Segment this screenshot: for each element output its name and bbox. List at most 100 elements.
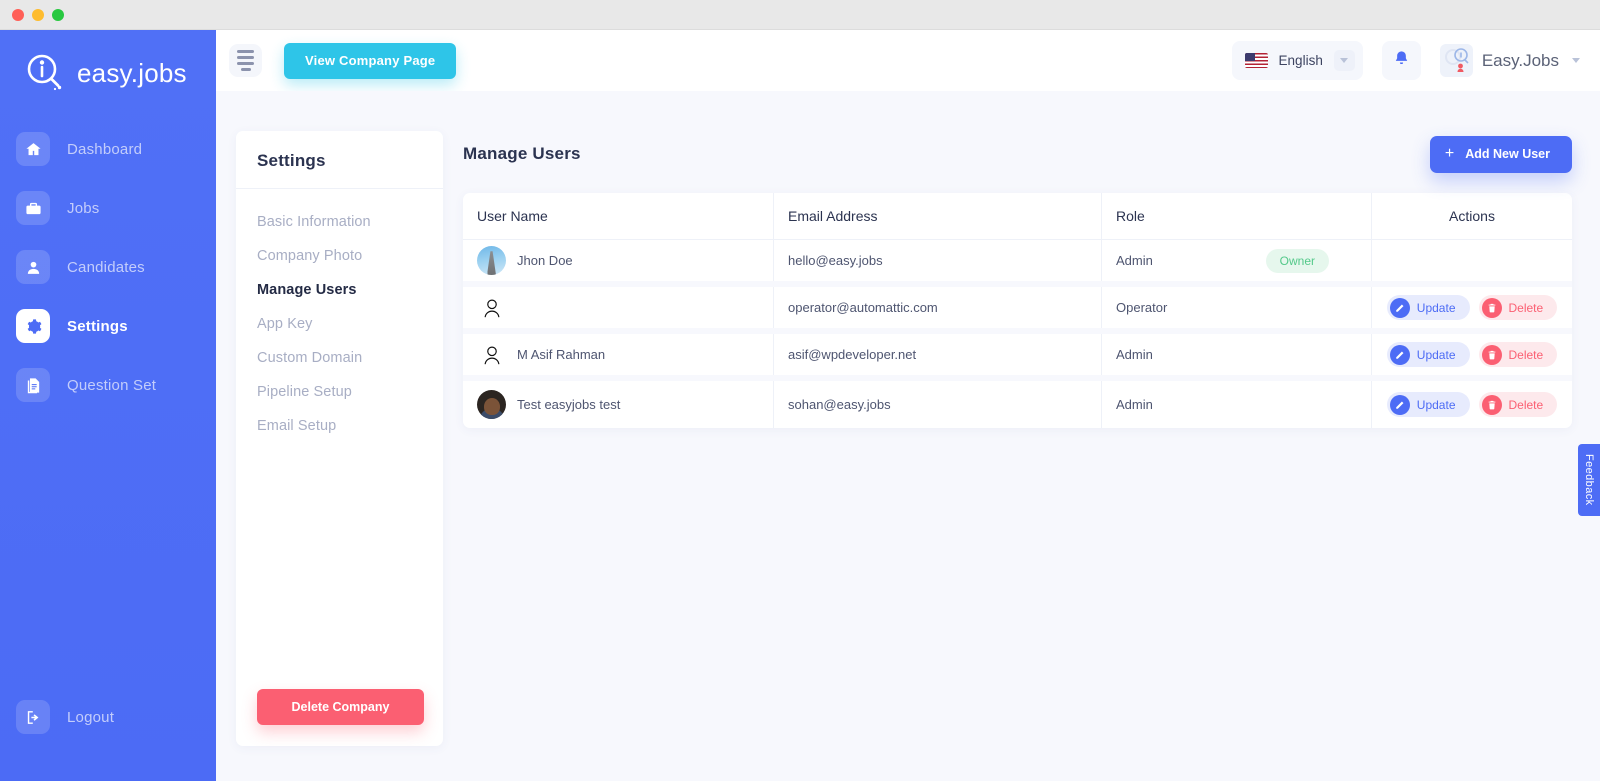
user-email-cell: hello@easy.jobs (774, 240, 1102, 281)
delete-button[interactable]: Delete (1478, 295, 1558, 320)
user-name: Test easyjobs test (517, 397, 621, 412)
add-new-user-label: Add New User (1465, 147, 1550, 161)
delete-label: Delete (1508, 397, 1544, 412)
column-header-user-name: User Name (463, 193, 774, 239)
sidebar-item-settings[interactable]: Settings (0, 305, 216, 347)
user-name-cell: Test easyjobs test (463, 381, 774, 428)
page-content: Settings Basic Information Company Photo… (216, 91, 1600, 781)
user-name-cell: M Asif Rahman (463, 334, 774, 375)
column-header-actions: Actions (1449, 208, 1495, 224)
settings-item-pipeline-setup[interactable]: Pipeline Setup (257, 375, 443, 409)
status-badge: Owner (1265, 248, 1329, 273)
user-actions-cell: Update Delete (1372, 381, 1572, 428)
pencil-icon (1389, 394, 1410, 415)
window-maximize-button[interactable] (52, 8, 64, 21)
feedback-tab[interactable]: Feedback (1578, 444, 1600, 516)
table-row[interactable]: M Asif Rahman asif@wpdeveloper.net Admin (463, 334, 1572, 381)
add-new-user-button[interactable]: + Add New User (1429, 135, 1572, 173)
users-table: User Name Email Address Role Actions Jho… (463, 193, 1572, 428)
profile-menu[interactable]: Easy.Jobs (1439, 44, 1580, 77)
settings-item-app-key[interactable]: App Key (257, 307, 443, 341)
user-email-cell: operator@automattic.com (774, 287, 1102, 328)
window-close-button[interactable] (12, 8, 24, 21)
pencil-icon (1389, 344, 1410, 365)
sidebar-item-logout[interactable]: Logout (0, 696, 216, 738)
sidebar-item-label: Logout (67, 708, 115, 726)
user-email-cell: sohan@easy.jobs (774, 381, 1102, 428)
plus-icon: + (1444, 145, 1455, 162)
avatar (1439, 44, 1473, 77)
table-row[interactable]: Test easyjobs test sohan@easy.jobs Admin (463, 381, 1572, 428)
hamburger-icon[interactable] (229, 44, 262, 77)
language-selector[interactable]: English (1231, 41, 1363, 80)
language-label: English (1278, 53, 1323, 68)
settings-item-manage-users[interactable]: Manage Users (257, 273, 443, 307)
user-role-cell: Admin Owner (1102, 240, 1372, 281)
delete-button[interactable]: Delete (1478, 342, 1558, 367)
user-name: M Asif Rahman (517, 347, 606, 362)
update-button[interactable]: Update (1386, 342, 1470, 367)
profile-name: Easy.Jobs (1481, 50, 1559, 70)
document-icon (16, 368, 50, 402)
manage-users-header: Manage Users + Add New User (463, 131, 1572, 177)
trash-icon (1481, 394, 1502, 415)
sidebar-item-candidates[interactable]: Candidates (0, 246, 216, 288)
update-label: Update (1416, 397, 1456, 412)
page-title: Manage Users (463, 144, 581, 163)
top-header: View Company Page English Easy.Jobs (216, 30, 1600, 91)
app-window: easy.jobs Dashboard Jobs Candidates Sett… (0, 0, 1600, 781)
settings-menu: Basic Information Company Photo Manage U… (236, 189, 443, 689)
settings-item-company-photo[interactable]: Company Photo (257, 239, 443, 273)
sidebar-item-jobs[interactable]: Jobs (0, 187, 216, 229)
brand-logo[interactable]: easy.jobs (0, 30, 216, 94)
sidebar-item-question-set[interactable]: Question Set (0, 364, 216, 406)
feedback-label: Feedback (1583, 454, 1595, 506)
user-placeholder-icon (477, 340, 506, 369)
table-row[interactable]: operator@automattic.com Operator Update (463, 287, 1572, 334)
column-header-email-address: Email Address (774, 193, 1102, 239)
us-flag-icon (1244, 53, 1268, 68)
chevron-down-icon (1333, 50, 1355, 71)
sidebar-logout: Logout (0, 696, 216, 755)
user-email-cell: asif@wpdeveloper.net (774, 334, 1102, 375)
settings-panel: Settings Basic Information Company Photo… (236, 131, 443, 746)
logout-icon (16, 700, 50, 734)
user-email: sohan@easy.jobs (788, 397, 891, 412)
update-label: Update (1416, 300, 1456, 315)
sidebar-item-label: Question Set (67, 376, 157, 394)
table-row[interactable]: Jhon Doe hello@easy.jobs Admin Owner (463, 240, 1572, 287)
sidebar-nav: Dashboard Jobs Candidates Settings Quest… (0, 128, 216, 406)
gear-icon (16, 309, 50, 343)
update-button[interactable]: Update (1386, 295, 1470, 320)
avatar (477, 246, 506, 275)
sidebar-item-label: Settings (67, 317, 128, 335)
manage-users-section: Manage Users + Add New User User Name Em… (463, 131, 1572, 428)
update-button[interactable]: Update (1386, 392, 1470, 417)
delete-company-button[interactable]: Delete Company (257, 689, 424, 725)
user-email: asif@wpdeveloper.net (788, 347, 917, 362)
bell-icon (1392, 49, 1411, 73)
delete-label: Delete (1508, 300, 1544, 315)
delete-button[interactable]: Delete (1478, 392, 1558, 417)
notification-button[interactable] (1381, 41, 1421, 80)
settings-item-basic-information[interactable]: Basic Information (257, 205, 443, 239)
user-role: Admin (1116, 253, 1153, 268)
settings-item-email-setup[interactable]: Email Setup (257, 409, 443, 443)
window-minimize-button[interactable] (32, 8, 44, 21)
user-role: Admin (1116, 347, 1153, 362)
sidebar-item-dashboard[interactable]: Dashboard (0, 128, 216, 170)
avatar (477, 390, 506, 419)
view-company-page-button[interactable]: View Company Page (284, 42, 457, 79)
user-email: hello@easy.jobs (788, 253, 883, 268)
window-titlebar (0, 0, 1600, 30)
column-header-role: Role (1102, 193, 1372, 239)
user-icon (16, 250, 50, 284)
pencil-icon (1389, 297, 1410, 318)
user-role: Operator (1116, 300, 1168, 315)
user-name: Jhon Doe (517, 253, 573, 268)
delete-label: Delete (1508, 347, 1544, 362)
user-email: operator@automattic.com (788, 300, 938, 315)
sidebar-item-label: Jobs (67, 199, 100, 217)
settings-item-custom-domain[interactable]: Custom Domain (257, 341, 443, 375)
user-actions-cell (1372, 240, 1572, 281)
